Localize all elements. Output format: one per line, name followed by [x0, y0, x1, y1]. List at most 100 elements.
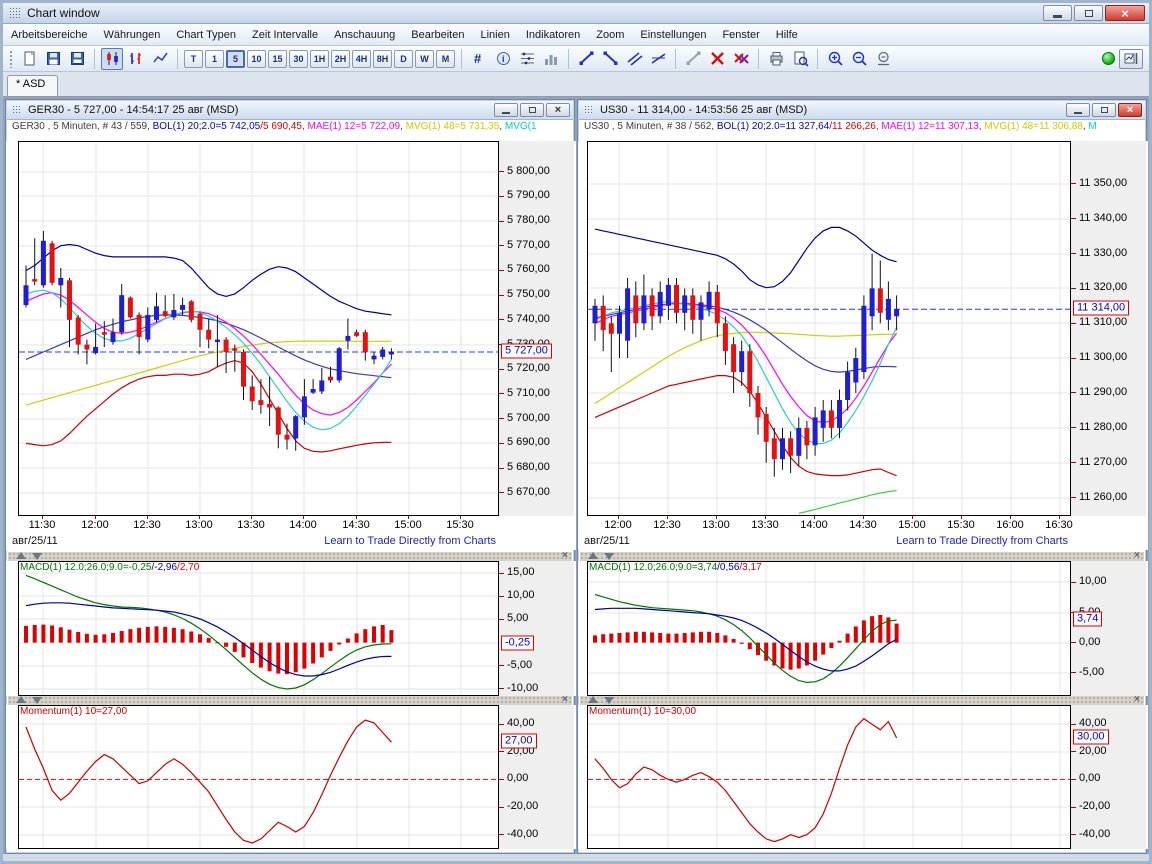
panel-splitter[interactable] — [580, 552, 1144, 561]
pin-panel-button[interactable] — [1119, 49, 1143, 69]
axis-tick — [1071, 427, 1076, 428]
timeframe-button-t[interactable]: T — [184, 50, 203, 68]
collapse-up-icon[interactable] — [16, 696, 26, 703]
restore-button[interactable] — [1074, 5, 1103, 21]
price-levels-button[interactable] — [516, 48, 538, 70]
grid-button[interactable]: # — [468, 48, 490, 70]
delete-all-button[interactable] — [730, 48, 752, 70]
collapse-down-icon[interactable] — [604, 697, 614, 704]
timeframe-button-10[interactable]: 10 — [247, 50, 266, 68]
promo-link[interactable]: Learn to Trade Directly from Charts — [896, 535, 1068, 547]
main-plot[interactable] — [18, 141, 499, 516]
menu-item-w-hrungen[interactable]: Währungen — [95, 26, 168, 44]
menu-item-hilfe[interactable]: Hilfe — [768, 26, 806, 44]
menu-item-indikatoren[interactable]: Indikatoren — [518, 26, 588, 44]
collapse-up-icon[interactable] — [588, 552, 598, 559]
info-button[interactable]: i — [492, 48, 514, 70]
chart-restore-button[interactable] — [1092, 103, 1116, 117]
tab-asd[interactable]: * ASD — [7, 75, 58, 96]
mvg-green-line — [799, 491, 897, 514]
indicator-header-segment: GER30 , 5 Minuten, # 43 / 559, — [12, 121, 153, 132]
menu-item-fenster[interactable]: Fenster — [714, 26, 767, 44]
boll-lower-line — [595, 376, 897, 476]
chart-titlebar[interactable]: GER30 - 5 727,00 - 14:54:17 25 авг (MSD) — [7, 101, 573, 120]
timeframe-button-d[interactable]: D — [394, 50, 413, 68]
chart-close-button[interactable] — [546, 103, 570, 117]
momentum-plot[interactable] — [18, 705, 499, 849]
menu-item-linien[interactable]: Linien — [472, 26, 517, 44]
collapse-down-icon[interactable] — [604, 553, 614, 560]
momentum-line — [595, 719, 897, 842]
ohlc-chart-button[interactable] — [125, 48, 147, 70]
close-panel-icon[interactable] — [1134, 694, 1140, 705]
close-panel-icon[interactable] — [562, 694, 568, 705]
app-titlebar[interactable]: Chart window — [3, 3, 1149, 24]
timeframe-button-4h[interactable]: 4H — [352, 50, 371, 68]
timeframe-button-15[interactable]: 15 — [268, 50, 287, 68]
menu-item-zeit-intervalle[interactable]: Zeit Intervalle — [244, 26, 326, 44]
zoom-in-button[interactable] — [824, 48, 846, 70]
macd-label: MACD(1) 12.0;26.0;9.0=-0,25/-2,96/2,70 — [20, 562, 199, 573]
chart-title: GER30 - 5 727,00 - 14:54:17 25 авг (MSD) — [28, 104, 238, 116]
timeframe-button-m[interactable]: M — [436, 50, 455, 68]
delete-object-button[interactable] — [706, 48, 728, 70]
menu-item-zoom[interactable]: Zoom — [588, 26, 632, 44]
trendline-down-button[interactable] — [599, 48, 621, 70]
chart-close-button[interactable] — [1118, 103, 1142, 117]
axis-label: 11 270,00 — [1079, 456, 1127, 468]
volume-button[interactable] — [540, 48, 562, 70]
collapse-up-icon[interactable] — [588, 696, 598, 703]
print-button[interactable] — [765, 48, 787, 70]
collapse-up-icon[interactable] — [16, 552, 26, 559]
timeframe-button-1h[interactable]: 1H — [310, 50, 329, 68]
line-chart-button[interactable] — [149, 48, 171, 70]
collapse-down-icon[interactable] — [32, 697, 42, 704]
chart-restore-button[interactable] — [520, 103, 544, 117]
new-doc-icon — [21, 50, 38, 67]
trendline-ray-button[interactable] — [647, 48, 669, 70]
main-plot[interactable] — [587, 141, 1071, 516]
panel-splitter[interactable] — [8, 552, 572, 561]
menu-item-bearbeiten[interactable]: Bearbeiten — [403, 26, 472, 44]
new-doc-button[interactable] — [18, 48, 40, 70]
timeframe-button-1[interactable]: 1 — [205, 50, 224, 68]
preview-icon — [792, 50, 809, 67]
candlestick-chart-button[interactable] — [101, 48, 123, 70]
menu-item-arbeitsbereiche[interactable]: Arbeitsbereiche — [3, 26, 95, 44]
chart-minimize-button[interactable] — [1066, 103, 1090, 117]
menu-item-anschauung[interactable]: Anschauung — [326, 26, 403, 44]
axis-label: -20,00 — [507, 800, 538, 812]
minimize-button[interactable] — [1043, 5, 1072, 21]
print-preview-button[interactable] — [789, 48, 811, 70]
trendline-up-button[interactable] — [575, 48, 597, 70]
chart-titlebar[interactable]: US30 - 11 314,00 - 14:53:56 25 авг (MSD) — [579, 101, 1145, 120]
save-as-button[interactable] — [66, 48, 88, 70]
timeframe-button-2h[interactable]: 2H — [331, 50, 350, 68]
app-icon — [9, 7, 21, 19]
panel-splitter[interactable] — [580, 696, 1144, 705]
menu-item-chart-typen[interactable]: Chart Typen — [168, 26, 244, 44]
timeframe-button-w[interactable]: W — [415, 50, 434, 68]
close-button[interactable] — [1105, 5, 1145, 21]
trendline-disabled-button[interactable] — [682, 48, 704, 70]
trendline-channel-button[interactable] — [623, 48, 645, 70]
chart-minimize-button[interactable] — [494, 103, 518, 117]
timeframe-button-5[interactable]: 5 — [226, 50, 245, 68]
chart-window-ger30: GER30 - 5 727,00 - 14:54:17 25 авг (MSD)… — [5, 99, 575, 854]
promo-link[interactable]: Learn to Trade Directly from Charts — [324, 535, 496, 547]
macd-plot[interactable] — [587, 561, 1071, 696]
collapse-down-icon[interactable] — [32, 553, 42, 560]
menu-bar: ArbeitsbereicheWährungenChart TypenZeit … — [3, 24, 1149, 46]
menu-item-einstellungen[interactable]: Einstellungen — [632, 26, 714, 44]
close-panel-icon[interactable] — [1134, 550, 1140, 561]
toolbar-grip[interactable] — [9, 50, 13, 68]
close-panel-icon[interactable] — [562, 550, 568, 561]
momentum-plot[interactable] — [587, 705, 1071, 849]
save-button[interactable] — [42, 48, 64, 70]
timeframe-button-30[interactable]: 30 — [289, 50, 308, 68]
macd-plot[interactable] — [18, 561, 499, 696]
timeframe-button-8h[interactable]: 8H — [373, 50, 392, 68]
zoom-out-button[interactable] — [848, 48, 870, 70]
panel-splitter[interactable] — [8, 696, 572, 705]
zoom-reset-button[interactable] — [872, 48, 894, 70]
